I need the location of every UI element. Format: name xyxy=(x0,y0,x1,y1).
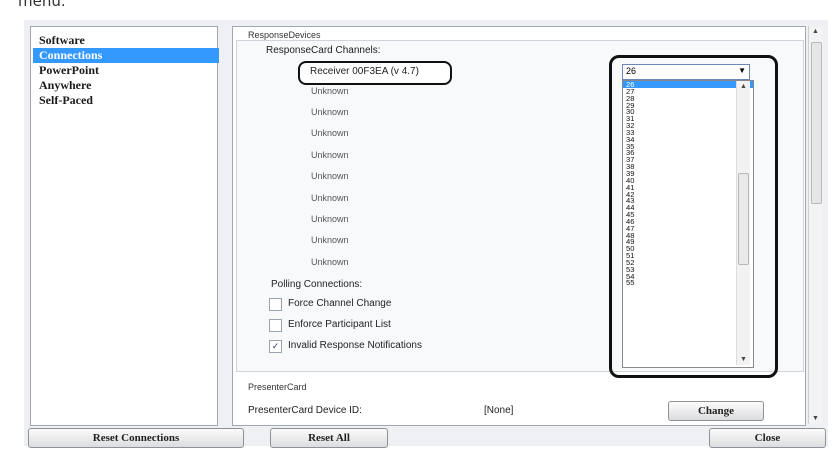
channel-option[interactable]: 31 xyxy=(623,115,753,122)
channel-option[interactable]: 53 xyxy=(623,266,753,273)
channel-option[interactable]: 34 xyxy=(623,136,753,143)
channel-option[interactable]: 36 xyxy=(623,149,753,156)
sidebar-item-self-paced[interactable]: Self-Paced xyxy=(33,93,219,108)
response-devices-heading: ResponseDevices xyxy=(248,30,321,40)
channel-option[interactable]: 35 xyxy=(623,142,753,149)
channel-option[interactable]: 55 xyxy=(623,279,753,286)
channel-option[interactable]: 46 xyxy=(623,218,753,225)
chevron-down-icon[interactable]: ▼ xyxy=(738,66,746,75)
channel-option[interactable]: 32 xyxy=(623,122,753,129)
channel-option[interactable]: 26 xyxy=(623,81,753,88)
scroll-down-icon[interactable]: ▼ xyxy=(740,356,747,363)
channel-option[interactable]: 50 xyxy=(623,245,753,252)
channel-option[interactable]: 49 xyxy=(623,238,753,245)
unknown-receiver-label: Unknown xyxy=(311,193,349,203)
unknown-receiver-label: Unknown xyxy=(311,107,349,117)
channel-option[interactable]: 41 xyxy=(623,183,753,190)
receiver-label: Receiver 00F3EA (v 4.7) xyxy=(310,66,419,77)
reset-connections-button[interactable]: Reset Connections xyxy=(28,428,244,448)
force-channel-change-checkbox[interactable] xyxy=(269,298,282,311)
unknown-receiver-label: Unknown xyxy=(311,257,349,267)
sidebar-item-powerpoint[interactable]: PowerPoint xyxy=(33,63,219,78)
sidebar-item-anywhere[interactable]: Anywhere xyxy=(33,78,219,93)
channel-select-value: 26 xyxy=(626,66,637,76)
channel-option[interactable]: 43 xyxy=(623,197,753,204)
channel-option[interactable]: 52 xyxy=(623,259,753,266)
presenter-card-device-id-value: [None] xyxy=(484,405,514,416)
unknown-receiver-label: Unknown xyxy=(311,235,349,245)
scroll-up-icon[interactable]: ▲ xyxy=(812,28,819,35)
presenter-card-device-id-label: PresenterCard Device ID: xyxy=(248,405,362,416)
channel-option[interactable]: 45 xyxy=(623,211,753,218)
channel-option[interactable]: 28 xyxy=(623,94,753,101)
dropdown-scroll-thumb[interactable] xyxy=(738,173,749,265)
sidebar-item-software[interactable]: Software xyxy=(33,33,219,48)
caption-fragment: menu. xyxy=(18,0,66,10)
channel-option[interactable]: 44 xyxy=(623,204,753,211)
channel-option[interactable]: 37 xyxy=(623,156,753,163)
sidebar-nav: Software Connections PowerPoint Anywhere… xyxy=(30,26,219,426)
content-scroll-thumb[interactable] xyxy=(811,42,822,204)
dropdown-scrollbar[interactable]: ▲ ▼ xyxy=(736,81,750,365)
change-button[interactable]: Change xyxy=(668,401,764,421)
invalid-response-notifications-checkbox[interactable]: ✓ xyxy=(269,340,282,353)
channel-option[interactable]: 33 xyxy=(623,129,753,136)
unknown-receiver-label: Unknown xyxy=(311,150,349,160)
sidebar-item-connections[interactable]: Connections xyxy=(33,48,219,63)
close-button[interactable]: Close xyxy=(709,428,826,448)
enforce-participant-list-checkbox[interactable] xyxy=(269,319,282,332)
channel-option[interactable]: 30 xyxy=(623,108,753,115)
channel-option[interactable]: 48 xyxy=(623,231,753,238)
presenter-card-heading: PresenterCard xyxy=(248,382,307,392)
unknown-receiver-label: Unknown xyxy=(311,128,349,138)
reset-all-button[interactable]: Reset All xyxy=(270,428,388,448)
content-scrollbar[interactable]: ▲ ▼ xyxy=(808,26,823,424)
channel-option[interactable]: 54 xyxy=(623,272,753,279)
channel-options-list[interactable]: 26 27 28 29 30 31 32 33 34 35 36 37 38 39 40 41 42 43 44 45… xyxy=(622,80,754,368)
channel-option[interactable]: 47 xyxy=(623,225,753,232)
channel-select[interactable]: 26 ▼ xyxy=(622,64,750,80)
channel-option[interactable]: 38 xyxy=(623,163,753,170)
channel-option[interactable]: 29 xyxy=(623,101,753,108)
channels-label: ResponseCard Channels: xyxy=(266,45,381,56)
scroll-up-icon[interactable]: ▲ xyxy=(740,83,747,90)
channel-option[interactable]: 51 xyxy=(623,252,753,259)
enforce-participant-list-label: Enforce Participant List xyxy=(288,319,391,330)
invalid-response-notifications-label: Invalid Response Notifications xyxy=(288,340,422,351)
channel-option[interactable]: 39 xyxy=(623,170,753,177)
channel-option[interactable]: 40 xyxy=(623,177,753,184)
channel-option[interactable]: 27 xyxy=(623,88,753,95)
force-channel-change-label: Force Channel Change xyxy=(288,298,392,309)
polling-connections-label: Polling Connections: xyxy=(271,279,363,290)
scroll-down-icon[interactable]: ▼ xyxy=(812,415,819,422)
channel-option[interactable]: 42 xyxy=(623,190,753,197)
unknown-receiver-label: Unknown xyxy=(311,86,349,96)
unknown-receiver-label: Unknown xyxy=(311,214,349,224)
unknown-receiver-label: Unknown xyxy=(311,171,349,181)
